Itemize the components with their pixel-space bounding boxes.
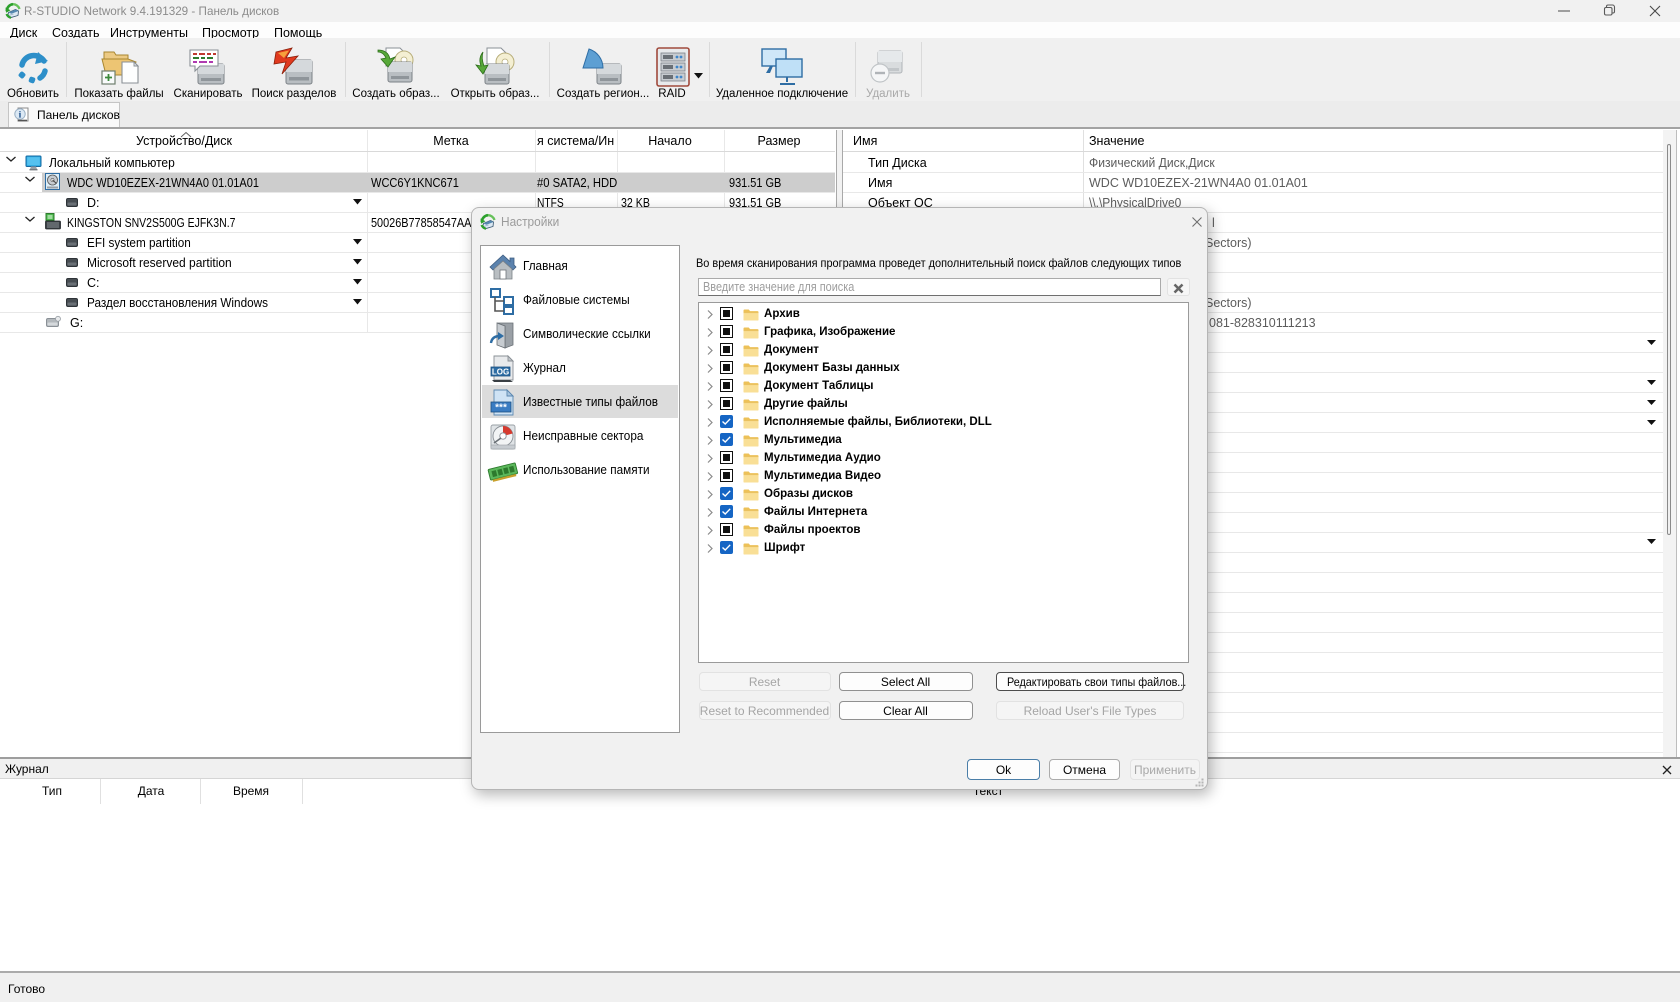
svg-text:i: i — [19, 111, 22, 121]
svg-text:***: *** — [495, 403, 507, 414]
svg-text:LOG: LOG — [492, 368, 509, 377]
